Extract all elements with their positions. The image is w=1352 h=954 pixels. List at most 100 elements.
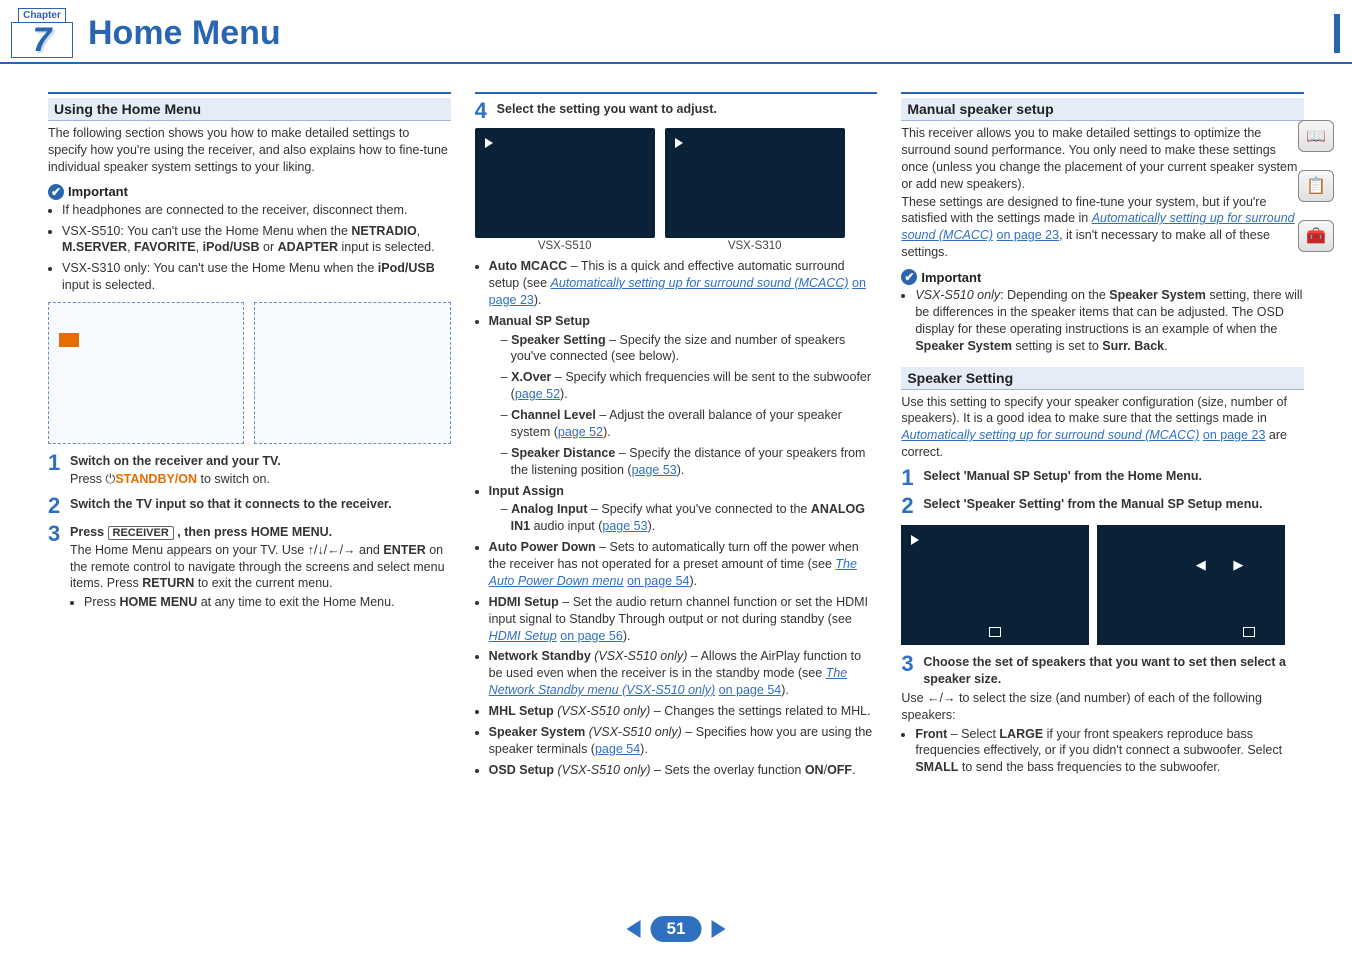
screen-caption: VSX-S510 (475, 240, 655, 252)
step-body: The Home Menu appears on your TV. Use ↑/… (70, 542, 451, 593)
list-item: OSD Setup (VSX-S510 only) – Sets the ove… (489, 762, 878, 779)
sub-list: Analog Input – Specify what you've conne… (489, 501, 878, 535)
section-heading-manual-speaker-setup: Manual speaker setup (901, 98, 1304, 121)
step-title: Press RECEIVER , then press HOME MENU. (70, 524, 451, 541)
important-icon: ✔ (901, 269, 917, 285)
step-number: 2 (48, 495, 64, 517)
glossary-icon[interactable]: 🧰 (1298, 220, 1334, 252)
page-header: Chapter 7 Home Menu (0, 0, 1352, 64)
arrow-icon (485, 138, 493, 148)
list-item: Speaker System (VSX-S510 only) – Specifi… (489, 724, 878, 758)
list-item: Network Standby (VSX-S510 only) – Allows… (489, 648, 878, 699)
step-body: Press ⏻STANDBY/ON to switch on. (70, 471, 451, 488)
section-heading-speaker-setting: Speaker Setting (901, 367, 1304, 390)
list-item: Channel Level – Adjust the overall balan… (501, 407, 878, 441)
osd-screen-s310 (665, 128, 845, 238)
step-3: 3 Press RECEIVER , then press HOME MENU.… (48, 523, 451, 615)
body-text: This receiver allows you to make detaile… (901, 125, 1304, 193)
page-title: Home Menu (88, 14, 1340, 53)
step-4: 4 Select the setting you want to adjust. (475, 100, 878, 122)
speaker-list: Front – Select LARGE if your front speak… (901, 726, 1304, 777)
list-item: If headphones are connected to the recei… (62, 202, 451, 219)
column-1: Using the Home Menu The following sectio… (48, 92, 451, 783)
list-item: Input AssignAnalog Input – Specify what … (489, 483, 878, 536)
step-number: 1 (901, 467, 917, 489)
step-title: Switch the TV input so that it connects … (70, 496, 451, 513)
chapter-label: Chapter (18, 8, 66, 22)
step-3: 3 Choose the set of speakers that you wa… (901, 653, 1304, 689)
next-page-arrow-icon[interactable] (711, 920, 725, 938)
important-label: Important (921, 270, 981, 285)
list-item: VSX-S510 only: Depending on the Speaker … (915, 287, 1304, 355)
osd-screen-s510 (475, 128, 655, 238)
osd-screen-setup-right: ◀ ▶ (1097, 525, 1285, 645)
list-item: Auto Power Down – Sets to automatically … (489, 539, 878, 590)
important-list: VSX-S510 only: Depending on the Speaker … (901, 287, 1304, 355)
important-header: ✔ Important (901, 269, 1304, 285)
page-number: 51 (651, 916, 702, 942)
list-item: VSX-S510: You can't use the Home Menu wh… (62, 223, 451, 257)
osd-screenshots: ◀ ▶ (901, 525, 1304, 645)
list-item: Front – Select LARGE if your front speak… (915, 726, 1304, 777)
osd-screen-setup-left (901, 525, 1089, 645)
step-1: 1 Switch on the receiver and your TV. Pr… (48, 452, 451, 489)
step-2: 2 Select 'Speaker Setting' from the Manu… (901, 495, 1304, 517)
index-icon[interactable]: 📋 (1298, 170, 1334, 202)
step-number: 4 (475, 100, 491, 122)
step-1: 1 Select 'Manual SP Setup' from the Home… (901, 467, 1304, 489)
list-item: VSX-S310 only: You can't use the Home Me… (62, 260, 451, 294)
intro-text: The following section shows you how to m… (48, 125, 451, 176)
body-text: Use this setting to specify your speaker… (901, 394, 1304, 462)
step-number: 3 (48, 523, 64, 615)
pager: 51 (627, 916, 726, 942)
list-item: MHL Setup (VSX-S510 only) – Changes the … (489, 703, 878, 720)
chapter-number: 7 (11, 22, 73, 58)
receiver-front-panel-diagram (48, 302, 244, 444)
return-icon (989, 627, 1001, 637)
step-2: 2 Switch the TV input so that it connect… (48, 495, 451, 517)
list-item: Press HOME MENU at any time to exit the … (84, 594, 451, 611)
list-item: Analog Input – Specify what you've conne… (501, 501, 878, 535)
remote-diagrams (48, 302, 451, 444)
list-item: Auto MCACC – This is a quick and effecti… (489, 258, 878, 309)
list-item: X.Over – Specify which frequencies will … (501, 369, 878, 403)
section-heading-using-home-menu: Using the Home Menu (48, 98, 451, 121)
arrow-icon (911, 535, 919, 545)
step-title: Select the setting you want to adjust. (497, 101, 878, 118)
left-right-arrows-icon: ◀ ▶ (1196, 557, 1256, 573)
important-header: ✔ Important (48, 184, 451, 200)
step-title: Select 'Manual SP Setup' from the Home M… (923, 468, 1304, 485)
step-body: Use ←/→ to select the size (and number) … (901, 690, 1304, 724)
step-title: Select 'Speaker Setting' from the Manual… (923, 496, 1304, 513)
step-title: Choose the set of speakers that you want… (923, 654, 1304, 688)
prev-page-arrow-icon[interactable] (627, 920, 641, 938)
list-item: Speaker Setting – Specify the size and n… (501, 332, 878, 366)
step-title: Switch on the receiver and your TV. (70, 453, 451, 470)
body-text: These settings are designed to fine-tune… (901, 194, 1304, 262)
arrow-icon (675, 138, 683, 148)
settings-list: Auto MCACC – This is a quick and effecti… (475, 258, 878, 779)
step-number: 3 (901, 653, 917, 689)
screen-caption: VSX-S310 (665, 240, 845, 252)
sub-list: Speaker Setting – Specify the size and n… (489, 332, 878, 479)
list-item: HDMI Setup – Set the audio return channe… (489, 594, 878, 645)
remote-control-diagram (254, 302, 450, 444)
list-item: Manual SP SetupSpeaker Setting – Specify… (489, 313, 878, 479)
content-area: Using the Home Menu The following sectio… (0, 64, 1352, 793)
osd-screenshots: VSX-S510 VSX-S310 (475, 128, 878, 252)
return-icon (1243, 627, 1255, 637)
column-2: 4 Select the setting you want to adjust.… (475, 92, 878, 783)
important-icon: ✔ (48, 184, 64, 200)
divider (48, 92, 451, 94)
important-label: Important (68, 184, 128, 199)
side-icon-bar: 📖 📋 🧰 (1298, 120, 1334, 252)
important-list: If headphones are connected to the recei… (48, 202, 451, 294)
column-3: Manual speaker setup This receiver allow… (901, 92, 1304, 783)
list-item: Speaker Distance – Specify the distance … (501, 445, 878, 479)
toc-icon[interactable]: 📖 (1298, 120, 1334, 152)
divider (475, 92, 878, 94)
step-number: 2 (901, 495, 917, 517)
chapter-box: Chapter 7 (12, 8, 72, 58)
divider (901, 92, 1304, 94)
step-number: 1 (48, 452, 64, 489)
